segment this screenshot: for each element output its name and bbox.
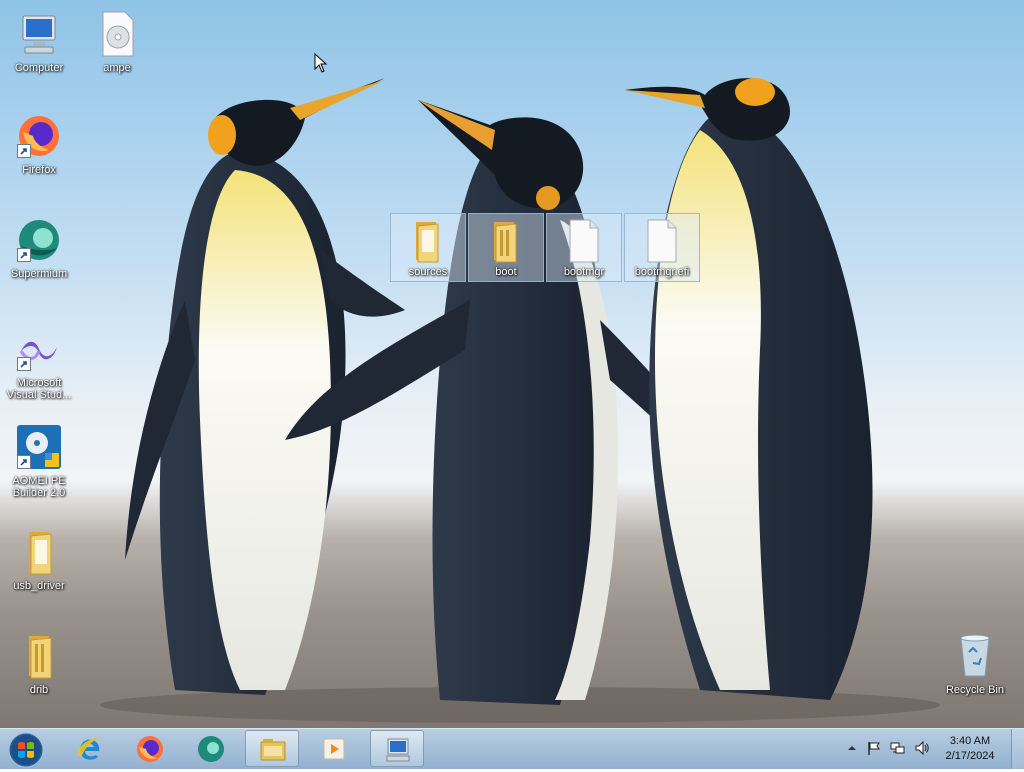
desktop-icon-firefox[interactable]: Firefox bbox=[4, 112, 74, 176]
desktop-icon-visual-studio[interactable]: Microsoft Visual Stud... bbox=[4, 325, 74, 401]
computer-icon bbox=[22, 15, 56, 54]
folder-icon bbox=[29, 532, 52, 575]
taskbar-firefox[interactable] bbox=[123, 730, 177, 767]
folder-item-bootmgr-efi[interactable]: bootmgr.efi bbox=[624, 213, 700, 282]
media-player-icon bbox=[323, 738, 345, 760]
desktop[interactable]: Computer ampe Firefox Supermium Microsof… bbox=[0, 0, 1024, 728]
folder-item-label: bootmgr.efi bbox=[634, 266, 690, 278]
clock-time: 3:40 AM bbox=[949, 735, 991, 747]
clock-date: 2/17/2024 bbox=[945, 750, 995, 762]
action-center-flag-icon[interactable] bbox=[866, 740, 882, 756]
windows-logo-icon bbox=[8, 732, 44, 768]
folder-item-boot[interactable]: boot bbox=[468, 213, 544, 282]
desktop-icon-aomei-pe-builder[interactable]: AOMEI PE Builder 2.0 bbox=[4, 423, 74, 499]
computer-icon bbox=[386, 738, 410, 762]
taskbar-clock[interactable]: 3:40 AM 2/17/2024 bbox=[938, 734, 1002, 764]
recycle-bin-icon bbox=[960, 634, 990, 677]
mouse-cursor-icon bbox=[314, 53, 328, 73]
disc-file-icon bbox=[102, 11, 134, 57]
folder-item-bootmgr[interactable]: bootmgr bbox=[546, 213, 622, 282]
internet-explorer-icon bbox=[76, 737, 100, 760]
volume-icon[interactable] bbox=[914, 740, 930, 756]
desktop-icon-drib[interactable]: drib bbox=[4, 632, 74, 696]
start-button[interactable] bbox=[7, 731, 45, 769]
folder-window[interactable]: sources boot bootmgr bootmgr.efi bbox=[390, 213, 702, 282]
desktop-icon-supermium[interactable]: Supermium bbox=[4, 216, 74, 280]
folder-item-label: sources bbox=[408, 266, 448, 278]
folder-icon bbox=[494, 222, 517, 263]
desktop-icon-ampe[interactable]: ampe bbox=[82, 10, 152, 74]
taskbar-internet-explorer[interactable] bbox=[62, 730, 116, 767]
supermium-icon bbox=[198, 736, 224, 762]
taskbar-file-explorer[interactable] bbox=[245, 730, 299, 767]
folder-item-label: bootmgr bbox=[563, 266, 605, 278]
taskbar-supermium[interactable] bbox=[184, 730, 238, 767]
taskbar: 3:40 AM 2/17/2024 bbox=[0, 728, 1024, 769]
folder-item-sources[interactable]: sources bbox=[390, 213, 466, 282]
shortcut-arrow-icon bbox=[17, 357, 31, 371]
taskbar-computer[interactable] bbox=[370, 730, 424, 767]
file-explorer-icon bbox=[260, 739, 286, 761]
shortcut-arrow-icon bbox=[17, 248, 31, 262]
wallpaper-penguins bbox=[100, 78, 940, 723]
desktop-icon-recycle-bin[interactable]: Recycle Bin bbox=[940, 632, 1010, 696]
show-hidden-icons-chevron[interactable] bbox=[844, 740, 860, 756]
file-icon bbox=[569, 219, 599, 263]
show-desktop-button[interactable] bbox=[1011, 729, 1024, 769]
folder-icon bbox=[416, 222, 439, 263]
network-icon[interactable] bbox=[890, 740, 906, 756]
shortcut-arrow-icon bbox=[17, 455, 31, 469]
folder-item-label: boot bbox=[495, 266, 517, 278]
taskbar-media-player[interactable] bbox=[308, 730, 362, 767]
desktop-icon-computer[interactable]: Computer bbox=[4, 10, 74, 74]
firefox-icon bbox=[137, 736, 163, 762]
system-tray: 3:40 AM 2/17/2024 bbox=[840, 729, 1024, 769]
file-icon bbox=[647, 219, 677, 263]
folder-icon bbox=[29, 636, 52, 679]
desktop-icon-usb-driver[interactable]: usb_driver bbox=[4, 528, 74, 592]
shortcut-arrow-icon bbox=[17, 144, 31, 158]
